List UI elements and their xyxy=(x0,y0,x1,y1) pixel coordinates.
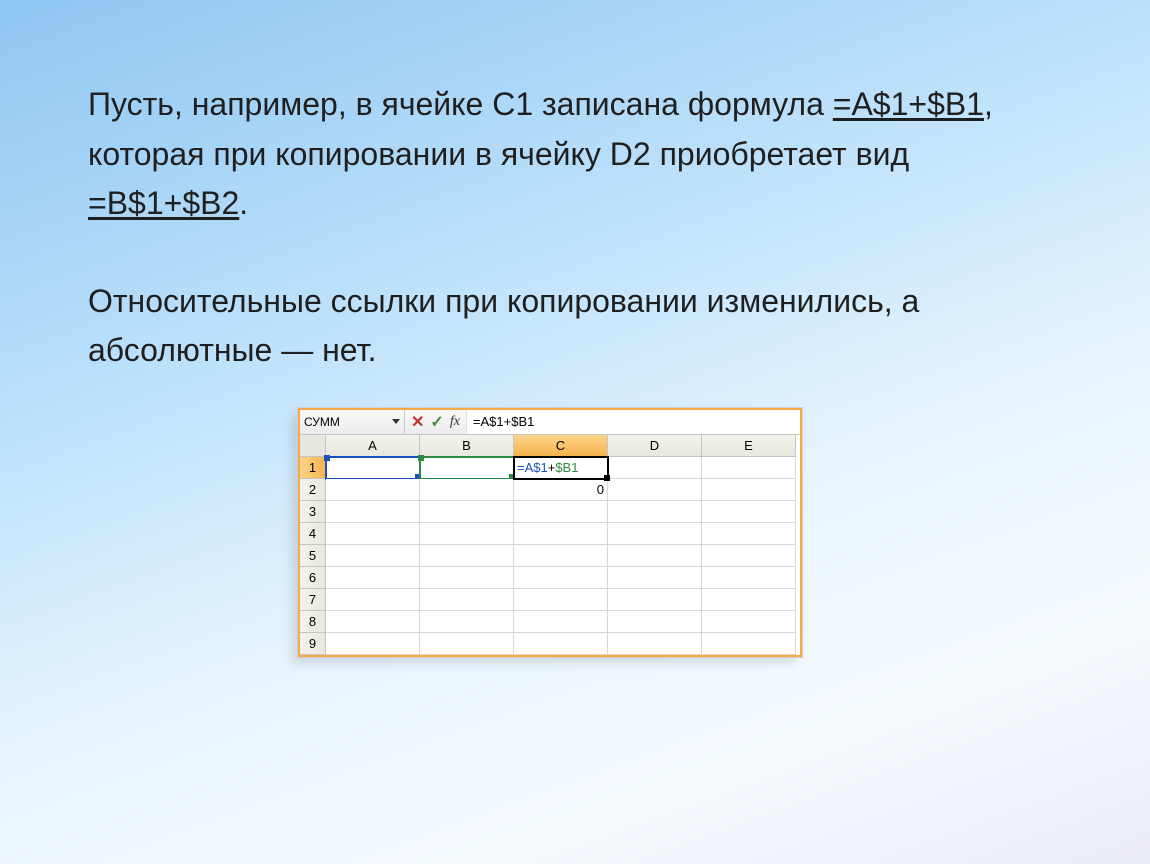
excel-screenshot: СУММ ✕ ✓ fx =A$1+$B1 A B C D E 1 =A$1+$B… xyxy=(298,408,802,657)
cell-c8[interactable] xyxy=(514,611,608,633)
cell-c9[interactable] xyxy=(514,633,608,655)
formula-bar-input[interactable]: =A$1+$B1 xyxy=(466,410,800,434)
formula-bar-row: СУММ ✕ ✓ fx =A$1+$B1 xyxy=(300,410,800,435)
cell-a6[interactable] xyxy=(326,567,420,589)
cell-e7[interactable] xyxy=(702,589,796,611)
cell-a5[interactable] xyxy=(326,545,420,567)
cell-d7[interactable] xyxy=(608,589,702,611)
col-header-c[interactable]: C xyxy=(514,435,608,457)
cell-b5[interactable] xyxy=(420,545,514,567)
formula-1: =A$1+$B1 xyxy=(833,86,984,122)
paragraph-2: Относительные ссылки при копировании изм… xyxy=(88,277,1062,376)
row-header-2[interactable]: 2 xyxy=(300,479,326,501)
cell-b8[interactable] xyxy=(420,611,514,633)
paragraph-1: Пусть, например, в ячейке C1 записана фо… xyxy=(88,80,1062,229)
cell-b3[interactable] xyxy=(420,501,514,523)
cell-c5[interactable] xyxy=(514,545,608,567)
cell-c4[interactable] xyxy=(514,523,608,545)
cell-d5[interactable] xyxy=(608,545,702,567)
cell-d1[interactable] xyxy=(608,457,702,479)
cell-c2[interactable]: 0 xyxy=(514,479,608,501)
cell-a9[interactable] xyxy=(326,633,420,655)
cell-b1[interactable] xyxy=(420,457,514,479)
cell-e9[interactable] xyxy=(702,633,796,655)
cell-e5[interactable] xyxy=(702,545,796,567)
cell-d3[interactable] xyxy=(608,501,702,523)
cell-c3[interactable] xyxy=(514,501,608,523)
cell-b4[interactable] xyxy=(420,523,514,545)
row-header-1[interactable]: 1 xyxy=(300,457,326,479)
col-header-b[interactable]: B xyxy=(420,435,514,457)
select-all-corner[interactable] xyxy=(300,435,326,457)
col-header-d[interactable]: D xyxy=(608,435,702,457)
cell-d8[interactable] xyxy=(608,611,702,633)
row-header-6[interactable]: 6 xyxy=(300,567,326,589)
cell-e2[interactable] xyxy=(702,479,796,501)
cell-c1[interactable]: =A$1+$B1 xyxy=(514,457,608,479)
p1-text-a: Пусть, например, в ячейке C1 записана фо… xyxy=(88,86,833,122)
row-header-4[interactable]: 4 xyxy=(300,523,326,545)
cell-a2[interactable] xyxy=(326,479,420,501)
cell-e4[interactable] xyxy=(702,523,796,545)
cell-c1-tok2: $B1 xyxy=(555,460,578,475)
cell-d6[interactable] xyxy=(608,567,702,589)
cell-b9[interactable] xyxy=(420,633,514,655)
cancel-icon[interactable]: ✕ xyxy=(411,412,424,432)
cell-d4[interactable] xyxy=(608,523,702,545)
cell-a1[interactable] xyxy=(326,457,420,479)
cell-e1[interactable] xyxy=(702,457,796,479)
row-header-7[interactable]: 7 xyxy=(300,589,326,611)
cell-d9[interactable] xyxy=(608,633,702,655)
cell-a3[interactable] xyxy=(326,501,420,523)
cell-c7[interactable] xyxy=(514,589,608,611)
formula-bar-buttons: ✕ ✓ fx xyxy=(405,410,466,434)
cell-a7[interactable] xyxy=(326,589,420,611)
name-box-value: СУММ xyxy=(304,415,340,429)
name-box-dropdown-icon[interactable] xyxy=(392,419,400,424)
row-header-5[interactable]: 5 xyxy=(300,545,326,567)
cell-b2[interactable] xyxy=(420,479,514,501)
col-header-a[interactable]: A xyxy=(326,435,420,457)
cell-a8[interactable] xyxy=(326,611,420,633)
row-header-3[interactable]: 3 xyxy=(300,501,326,523)
name-box[interactable]: СУММ xyxy=(300,410,405,434)
cell-b7[interactable] xyxy=(420,589,514,611)
spreadsheet-grid: A B C D E 1 =A$1+$B1 2 0 3 4 xyxy=(300,435,800,655)
cell-e3[interactable] xyxy=(702,501,796,523)
col-header-e[interactable]: E xyxy=(702,435,796,457)
cell-c6[interactable] xyxy=(514,567,608,589)
cell-a4[interactable] xyxy=(326,523,420,545)
accept-icon[interactable]: ✓ xyxy=(430,412,443,432)
row-header-9[interactable]: 9 xyxy=(300,633,326,655)
fx-icon[interactable]: fx xyxy=(450,414,460,430)
p1-text-c: . xyxy=(239,185,248,221)
formula-2: =B$1+$B2 xyxy=(88,185,239,221)
cell-c1-tok1: =A$1 xyxy=(517,460,548,475)
cell-d2[interactable] xyxy=(608,479,702,501)
row-header-8[interactable]: 8 xyxy=(300,611,326,633)
cell-e8[interactable] xyxy=(702,611,796,633)
cell-e6[interactable] xyxy=(702,567,796,589)
cell-b6[interactable] xyxy=(420,567,514,589)
